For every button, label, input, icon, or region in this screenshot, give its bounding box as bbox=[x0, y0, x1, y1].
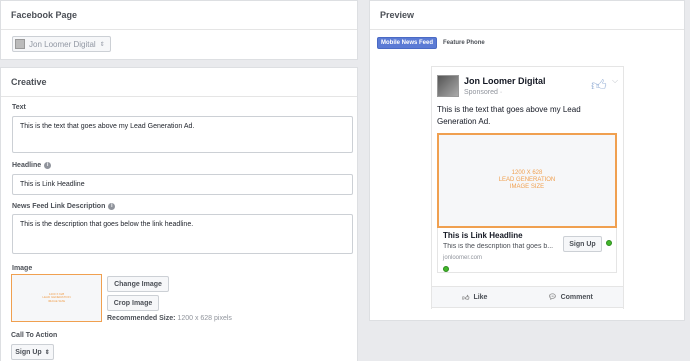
ad-preview-post: Jon Loomer Digital Sponsored · 👍︎ ⌵ This… bbox=[431, 66, 624, 309]
facebook-page-panel: Facebook Page Jon Loomer Digital ⇕ bbox=[0, 0, 358, 60]
comment-icon: 💬︎ bbox=[547, 294, 557, 301]
creative-title: Creative bbox=[1, 68, 357, 97]
facebook-page-title: Facebook Page bbox=[1, 1, 357, 30]
recommended-size: Recommended Size: 1200 x 628 pixels bbox=[107, 315, 232, 322]
headline-label: Headline i bbox=[12, 162, 52, 169]
post-text: This is the text that goes above my Lead… bbox=[437, 105, 581, 126]
like-icon: 👍︎ bbox=[462, 294, 470, 302]
post-actions: 👍︎ Like 💬︎ Comment bbox=[431, 286, 624, 308]
link-card[interactable]: 1200 X 628 LEAD GENERATION IMAGE SIZE Th… bbox=[437, 133, 617, 273]
page-select[interactable]: Jon Loomer Digital ⇕ bbox=[12, 36, 111, 52]
sponsored-label: Sponsored · bbox=[464, 89, 503, 96]
tab-mobile-news-feed[interactable]: Mobile News Feed bbox=[377, 37, 438, 49]
preview-panel: Preview Mobile News Feed Feature Phone J… bbox=[369, 0, 685, 321]
crop-image-button[interactable]: Crop Image bbox=[107, 295, 159, 311]
caret-icon: ⇕ bbox=[44, 349, 50, 356]
page-select-label: Jon Loomer Digital bbox=[29, 39, 96, 49]
image-thumbnail[interactable]: 1200 X 628 LEAD GENERATION IMAGE SIZE bbox=[11, 274, 102, 322]
cta-select-value: Sign Up bbox=[15, 348, 42, 356]
comment-button[interactable]: 💬︎ Comment bbox=[547, 293, 593, 302]
signup-cta-button[interactable]: Sign Up bbox=[563, 236, 602, 252]
link-image-placeholder: 1200 X 628 LEAD GENERATION IMAGE SIZE bbox=[498, 170, 556, 190]
recommended-size-label: Recommended Size: bbox=[107, 315, 176, 322]
description-field[interactable]: This is the description that goes below … bbox=[12, 214, 353, 254]
info-icon[interactable]: i bbox=[44, 162, 52, 169]
text-label: Text bbox=[12, 104, 26, 111]
chevron-down-icon[interactable]: ⌵ bbox=[612, 76, 618, 86]
preview-tabs: Mobile News Feed Feature Phone bbox=[377, 37, 485, 49]
headline-field[interactable]: This is Link Headline bbox=[12, 174, 353, 195]
caret-icon: ⇕ bbox=[99, 41, 105, 48]
status-dot bbox=[443, 266, 449, 272]
info-icon[interactable]: i bbox=[108, 203, 116, 210]
preview-title: Preview bbox=[370, 1, 684, 30]
recommended-size-value: 1200 x 628 pixels bbox=[177, 315, 232, 322]
status-dot bbox=[606, 240, 612, 246]
tab-feature-phone[interactable]: Feature Phone bbox=[443, 40, 485, 46]
cta-label: Call To Action bbox=[11, 332, 58, 339]
post-page-name[interactable]: Jon Loomer Digital bbox=[464, 76, 546, 86]
change-image-button[interactable]: Change Image bbox=[107, 276, 169, 292]
link-domain: jonloomer.com bbox=[443, 255, 483, 261]
image-label: Image bbox=[12, 265, 33, 272]
link-headline: This is Link Headline bbox=[443, 231, 523, 240]
text-field[interactable]: This is the text that goes above my Lead… bbox=[12, 116, 353, 153]
globe-icon: · bbox=[499, 89, 503, 96]
image-placeholder-text: 1200 X 628 LEAD GENERATION IMAGE SIZE bbox=[42, 291, 71, 303]
link-description: This is the description that goes b... bbox=[443, 243, 554, 250]
like-button[interactable]: 👍︎ Like bbox=[462, 293, 487, 302]
link-image[interactable]: 1200 X 628 LEAD GENERATION IMAGE SIZE bbox=[437, 133, 617, 228]
avatar bbox=[437, 75, 459, 97]
description-label: News Feed Link Description i bbox=[12, 203, 116, 210]
thumbs-up-icon: 👍︎ bbox=[591, 77, 607, 94]
cta-select[interactable]: Sign Up ⇕ bbox=[11, 344, 54, 360]
page-thumbnail bbox=[15, 39, 25, 49]
